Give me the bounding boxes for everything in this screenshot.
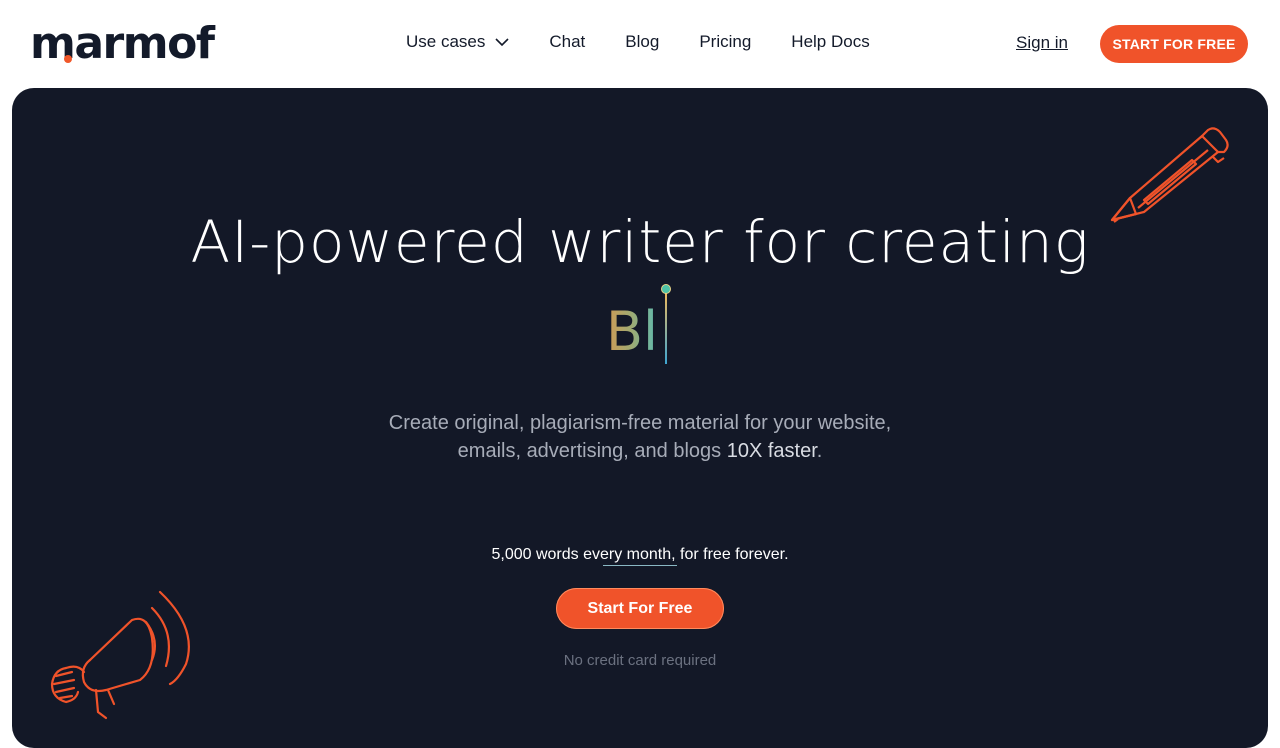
start-for-free-header-button[interactable]: START FOR FREE <box>1100 25 1248 63</box>
megaphone-icon <box>50 590 190 720</box>
hero-headline: AI-powered writer for creating <box>190 208 1090 276</box>
nav-blog[interactable]: Blog <box>625 32 659 52</box>
typing-animation: Bl <box>602 284 678 566</box>
logo-dot <box>64 55 72 63</box>
typing-caret <box>665 292 667 364</box>
hero-subtitle-line1: Create original, plagiarism-free materia… <box>388 412 892 434</box>
typed-underline <box>603 565 677 566</box>
nav-blog-label: Blog <box>625 32 660 51</box>
hero-subtitle: Create original, plagiarism-free materia… <box>12 409 1268 465</box>
free-words-note: 5,000 words every month, for free foreve… <box>491 546 789 563</box>
marmof-logo[interactable]: marmof <box>30 17 215 69</box>
top-navigation: marmof Use cases Chat Blog Pricing Help … <box>0 0 1280 88</box>
typed-word: Bl <box>606 300 659 363</box>
nav-help-docs-label: Help Docs <box>791 32 870 51</box>
nav-use-cases[interactable]: Use cases <box>406 32 509 52</box>
main-nav: Use cases Chat Blog Pricing Help Docs <box>406 32 910 52</box>
nav-pricing[interactable]: Pricing <box>699 32 751 52</box>
nav-help-docs[interactable]: Help Docs <box>791 32 869 52</box>
logo-text: marmof <box>30 17 215 69</box>
hero-subtitle-emphasis: 10X faster <box>726 440 817 462</box>
chevron-down-icon <box>495 37 509 46</box>
nav-chat[interactable]: Chat <box>549 32 585 52</box>
start-for-free-button[interactable]: Start For Free <box>556 588 724 629</box>
hero-section: AI-powered writer for creating Bl Create… <box>12 88 1268 748</box>
caret-dot <box>661 284 671 294</box>
nav-chat-label: Chat <box>549 32 586 51</box>
sign-in-link[interactable]: Sign in <box>1016 33 1068 53</box>
hero-subtitle-line2-suffix: . <box>816 440 823 462</box>
hero-subtitle-line2-prefix: emails, advertising, and blogs <box>457 440 727 462</box>
nav-use-cases-label: Use cases <box>406 32 486 51</box>
nav-pricing-label: Pricing <box>699 32 752 51</box>
